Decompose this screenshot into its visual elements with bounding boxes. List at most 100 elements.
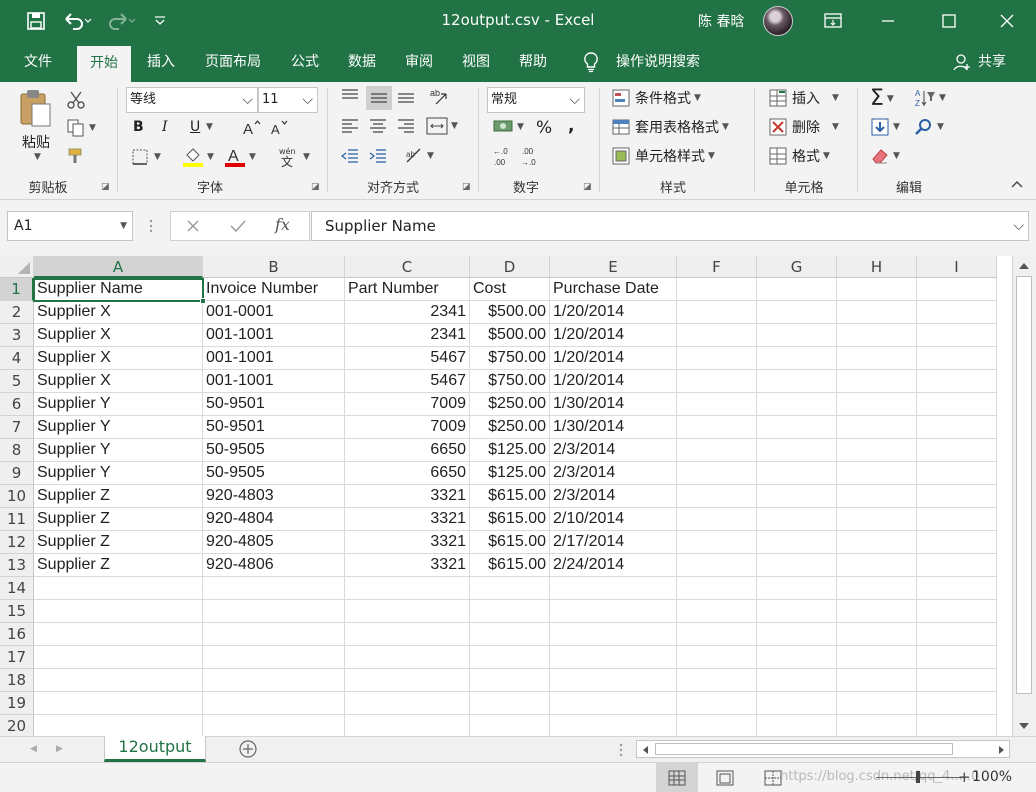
cell-a12[interactable]: Supplier Z [34,531,203,554]
cell-g14[interactable] [757,577,837,600]
row-header-6[interactable]: 6 [0,393,34,416]
underline-dropdown-icon[interactable]: ▼ [206,122,213,132]
cell-i2[interactable] [917,301,997,324]
sheet-scroll-left-icon[interactable]: ◀ [30,744,37,754]
clipboard-launcher-icon[interactable]: ◪ [101,182,110,192]
decrease-indent-icon[interactable] [340,148,360,164]
cell-a14[interactable] [34,577,203,600]
cell-a8[interactable]: Supplier Y [34,439,203,462]
cell-g5[interactable] [757,370,837,393]
formula-input[interactable]: Supplier Name ⌵ [311,211,1029,241]
cell-a17[interactable] [34,646,203,669]
cell-f8[interactable] [677,439,757,462]
cell-f10[interactable] [677,485,757,508]
cell-b9[interactable]: 50-9505 [203,462,345,485]
cell-b11[interactable]: 920-4804 [203,508,345,531]
sheet-tab-12output[interactable]: 12output [104,736,206,762]
cell-g15[interactable] [757,600,837,623]
row-header-13[interactable]: 13 [0,554,34,577]
cell-a18[interactable] [34,669,203,692]
customize-icon[interactable] [150,9,170,33]
cell-a5[interactable]: Supplier X [34,370,203,393]
tab-file[interactable]: 文件 [10,42,66,82]
cell-f3[interactable] [677,324,757,347]
cell-e20[interactable] [550,715,677,736]
cell-a6[interactable]: Supplier Y [34,393,203,416]
select-all-corner[interactable] [0,256,34,278]
cell-b19[interactable] [203,692,345,715]
cell-d20[interactable] [470,715,550,736]
row-header-5[interactable]: 5 [0,370,34,393]
cell-e8[interactable]: 2/3/2014 [550,439,677,462]
maximize-icon[interactable] [926,0,972,42]
row-header-15[interactable]: 15 [0,600,34,623]
cell-g11[interactable] [757,508,837,531]
cell-g20[interactable] [757,715,837,736]
cell-f9[interactable] [677,462,757,485]
row-header-20[interactable]: 20 [0,715,34,736]
row-header-1[interactable]: 1 [0,278,34,301]
cell-i4[interactable] [917,347,997,370]
column-header-h[interactable]: H [837,256,917,278]
vertical-scroll-thumb[interactable] [1016,276,1032,694]
cell-f2[interactable] [677,301,757,324]
cell-f19[interactable] [677,692,757,715]
number-format-select[interactable]: 常规 ⌵ [487,87,585,113]
row-header-14[interactable]: 14 [0,577,34,600]
page-layout-view-icon[interactable] [716,770,734,790]
sort-filter-icon[interactable]: A Z ▼ [914,88,946,108]
cell-e16[interactable] [550,623,677,646]
cell-a9[interactable]: Supplier Y [34,462,203,485]
cell-f18[interactable] [677,669,757,692]
cell-f11[interactable] [677,508,757,531]
row-header-19[interactable]: 19 [0,692,34,715]
cell-g16[interactable] [757,623,837,646]
cell-i7[interactable] [917,416,997,439]
cell-a1[interactable]: Supplier Name [34,278,203,301]
cell-d6[interactable]: $250.00 [470,393,550,416]
clear-icon[interactable]: ▼ [870,146,900,166]
cell-h6[interactable] [837,393,917,416]
cell-e17[interactable] [550,646,677,669]
cell-e15[interactable] [550,600,677,623]
cell-a7[interactable]: Supplier Y [34,416,203,439]
cell-g2[interactable] [757,301,837,324]
tab-data[interactable]: 数据 [337,42,387,82]
cell-g9[interactable] [757,462,837,485]
horizontal-scroll-thumb[interactable] [655,743,953,755]
cell-c10[interactable]: 3321 [345,485,470,508]
cell-f16[interactable] [677,623,757,646]
paste-dropdown-icon[interactable]: ▼ [34,152,41,162]
cell-c5[interactable]: 5467 [345,370,470,393]
scroll-left-icon[interactable] [641,744,649,759]
cell-e19[interactable] [550,692,677,715]
cell-g12[interactable] [757,531,837,554]
minimize-icon[interactable] [865,0,911,42]
cell-c11[interactable]: 3321 [345,508,470,531]
align-left-icon[interactable] [340,118,360,134]
cell-a4[interactable]: Supplier X [34,347,203,370]
scroll-right-icon[interactable] [998,744,1006,759]
cell-c7[interactable]: 7009 [345,416,470,439]
tab-insert[interactable]: 插入 [136,42,186,82]
cell-f5[interactable] [677,370,757,393]
cell-i18[interactable] [917,669,997,692]
align-middle-icon[interactable] [366,86,392,110]
cell-c16[interactable] [345,623,470,646]
phonetic-guide-icon[interactable]: wén 文 ▼ [278,146,310,168]
orientation-icon[interactable]: ab [428,86,450,108]
cell-g6[interactable] [757,393,837,416]
fill-handle[interactable] [200,298,206,304]
cell-h2[interactable] [837,301,917,324]
cell-b13[interactable]: 920-4806 [203,554,345,577]
cell-c15[interactable] [345,600,470,623]
column-header-g[interactable]: G [757,256,837,278]
cell-b2[interactable]: 001-0001 [203,301,345,324]
column-header-i[interactable]: I [917,256,997,278]
cell-b8[interactable]: 50-9505 [203,439,345,462]
cell-f13[interactable] [677,554,757,577]
align-right-icon[interactable] [396,118,416,134]
cell-f1[interactable] [677,278,757,301]
tab-formulas[interactable]: 公式 [280,42,330,82]
cell-c17[interactable] [345,646,470,669]
